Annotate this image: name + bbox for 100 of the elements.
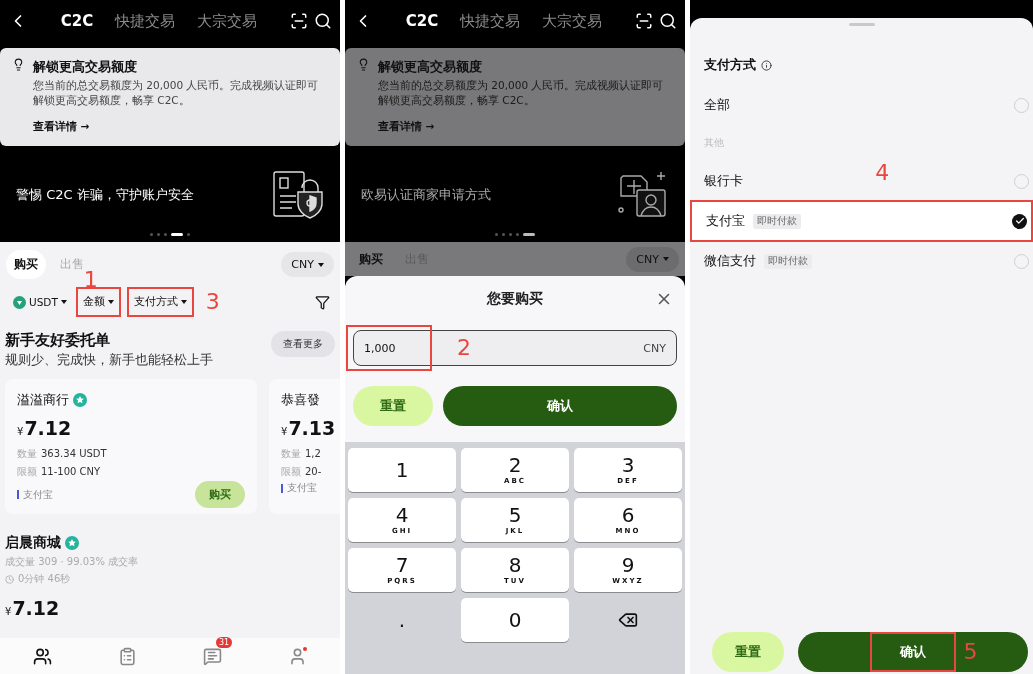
carousel-dot[interactable]	[164, 233, 167, 237]
search-icon[interactable]	[314, 12, 332, 30]
price: 7.12	[24, 417, 72, 440]
option-tag: 即时付款	[753, 213, 801, 229]
filter-icon[interactable]	[315, 294, 330, 310]
offer-card[interactable]: 溢溢商行 ¥7.12 数量 363.34 USDT 限额 11-100 CNY 支付宝 购买	[5, 379, 257, 515]
trade-tab[interactable]: 购买	[6, 250, 46, 280]
merchant-name: 启晨商城	[5, 534, 61, 553]
header-tab[interactable]: C2C	[60, 9, 94, 33]
amount-input[interactable]: 1,000	[364, 341, 424, 355]
option-label[interactable]: 支付宝	[706, 212, 745, 230]
carousel-dot[interactable]	[187, 233, 190, 237]
carousel-dot[interactable]	[157, 233, 160, 237]
response-time: 0分钟 46秒	[18, 572, 71, 587]
caret-icon	[180, 300, 187, 305]
field-label: 限额	[281, 465, 301, 480]
step-number: 3	[205, 291, 220, 314]
field-label: 数量	[281, 447, 301, 462]
field-value: 1,2	[305, 447, 321, 462]
sheet-title: 支付方式	[704, 56, 756, 74]
currency-symbol: ¥	[5, 606, 12, 618]
caret-icon	[663, 257, 669, 262]
coin-icon	[13, 295, 26, 309]
keypad-key[interactable]: 1	[348, 448, 456, 493]
buy-button[interactable]: 购买	[195, 481, 245, 509]
sheet-title: 您要购买	[487, 290, 543, 309]
step-number: 1	[83, 269, 98, 292]
details-link[interactable]: 查看详情 →	[378, 120, 673, 135]
reset-button[interactable]: 重置	[712, 632, 784, 672]
document-shield-drawing	[272, 169, 324, 220]
option-label[interactable]: 全部	[704, 96, 730, 114]
message-icon[interactable]	[203, 646, 222, 666]
header-tab[interactable]: 快捷交易	[115, 9, 176, 33]
section-title: 新手友好委托单	[5, 331, 111, 351]
notice-text: 您当前的总交易额度为 20,000 人民币。完成视频认证即可解锁更高交易额度，畅享 C2C。	[33, 78, 320, 109]
carousel-dot[interactable]	[495, 233, 498, 237]
header-tab[interactable]: C2C	[405, 9, 439, 33]
trade-tab[interactable]: 购买	[351, 244, 391, 274]
filter-dropdown[interactable]: 支付方式	[130, 291, 190, 314]
payment-method: 支付宝	[281, 481, 317, 496]
details-link[interactable]: 查看详情 →	[33, 120, 328, 135]
lightbulb-icon	[12, 58, 25, 71]
currency-symbol: ¥	[17, 426, 24, 438]
payment-method: 支付宝	[17, 487, 53, 502]
info-icon[interactable]	[761, 59, 772, 71]
carousel-dot[interactable]	[516, 233, 519, 237]
field-label: 限额	[17, 465, 37, 480]
drag-handle[interactable]	[848, 23, 875, 26]
clock-icon	[5, 574, 14, 584]
notice-title: 解锁更高交易额度	[33, 58, 138, 76]
option-label[interactable]: 银行卡	[704, 172, 743, 190]
filter-dropdown[interactable]: USDT	[10, 291, 70, 313]
field-label: 数量	[17, 447, 37, 462]
header-tab[interactable]: 快捷交易	[460, 9, 521, 33]
search-icon[interactable]	[659, 12, 677, 30]
caret-icon	[107, 300, 114, 305]
section-subtitle: 规则少、完成快，新手也能轻松上手	[5, 352, 213, 370]
caret-icon	[318, 262, 324, 267]
notice-text: 您当前的总交易额度为 20,000 人民币。完成视频认证即可解锁更高交易额度，畅享 C2C。	[378, 78, 665, 109]
see-more-button[interactable]: 查看更多	[271, 331, 335, 358]
filter-dropdown[interactable]: 金额	[79, 291, 117, 314]
promo-text: 警惕 C2C 诈骗，守护账户安全	[16, 185, 194, 204]
profile-icon[interactable]	[288, 646, 307, 666]
offer-card[interactable]: 恭喜發 ¥7.13 数量 1,2 限额 20- 支付宝	[269, 379, 340, 515]
carousel-dot[interactable]	[502, 233, 505, 237]
notice-title: 解锁更高交易额度	[378, 58, 483, 76]
carousel-dot[interactable]	[509, 233, 512, 237]
header-tab[interactable]: 大宗交易	[542, 9, 603, 33]
merchant-name: 恭喜發	[281, 391, 320, 410]
keypad-key[interactable]: .	[348, 598, 456, 643]
merchant-badge-drawing	[617, 169, 669, 220]
notification-badge: 31	[216, 636, 233, 648]
merchant-name: 溢溢商行	[17, 391, 69, 410]
scan-icon[interactable]	[290, 12, 308, 30]
lightbulb-icon	[357, 58, 370, 71]
currency-selector[interactable]: CNY	[281, 252, 334, 278]
header-tab[interactable]: 大宗交易	[197, 9, 258, 33]
price: 7.13	[288, 417, 336, 440]
currency-symbol: ¥	[281, 426, 288, 438]
step-number: 4	[875, 162, 890, 184]
currency-selector[interactable]: CNY	[626, 246, 679, 272]
field-value: 11-100 CNY	[41, 465, 101, 480]
merchant-stats: 成交量 309 · 99.03% 成交率	[5, 555, 140, 570]
people-icon[interactable]	[33, 646, 52, 666]
option-label[interactable]: 微信支付	[704, 252, 756, 270]
step-number: 2	[457, 337, 471, 360]
scan-icon[interactable]	[635, 12, 653, 30]
confirm-button[interactable]: 确认	[443, 386, 677, 427]
step-number: 5	[963, 641, 978, 663]
check-icon	[1014, 216, 1025, 226]
caret-icon	[60, 300, 67, 305]
option-tag: 即时付款	[764, 253, 812, 269]
promo-text: 欧易认证商家申请方式	[361, 185, 491, 204]
reset-button[interactable]: 重置	[353, 386, 433, 427]
carousel-dot[interactable]	[150, 233, 153, 237]
keypad-key[interactable]: 0	[461, 598, 569, 643]
unit-label: CNY	[643, 341, 666, 355]
field-value: 363.34 USDT	[41, 447, 107, 462]
clipboard-icon[interactable]	[118, 646, 137, 666]
radio-button[interactable]	[1012, 213, 1027, 229]
